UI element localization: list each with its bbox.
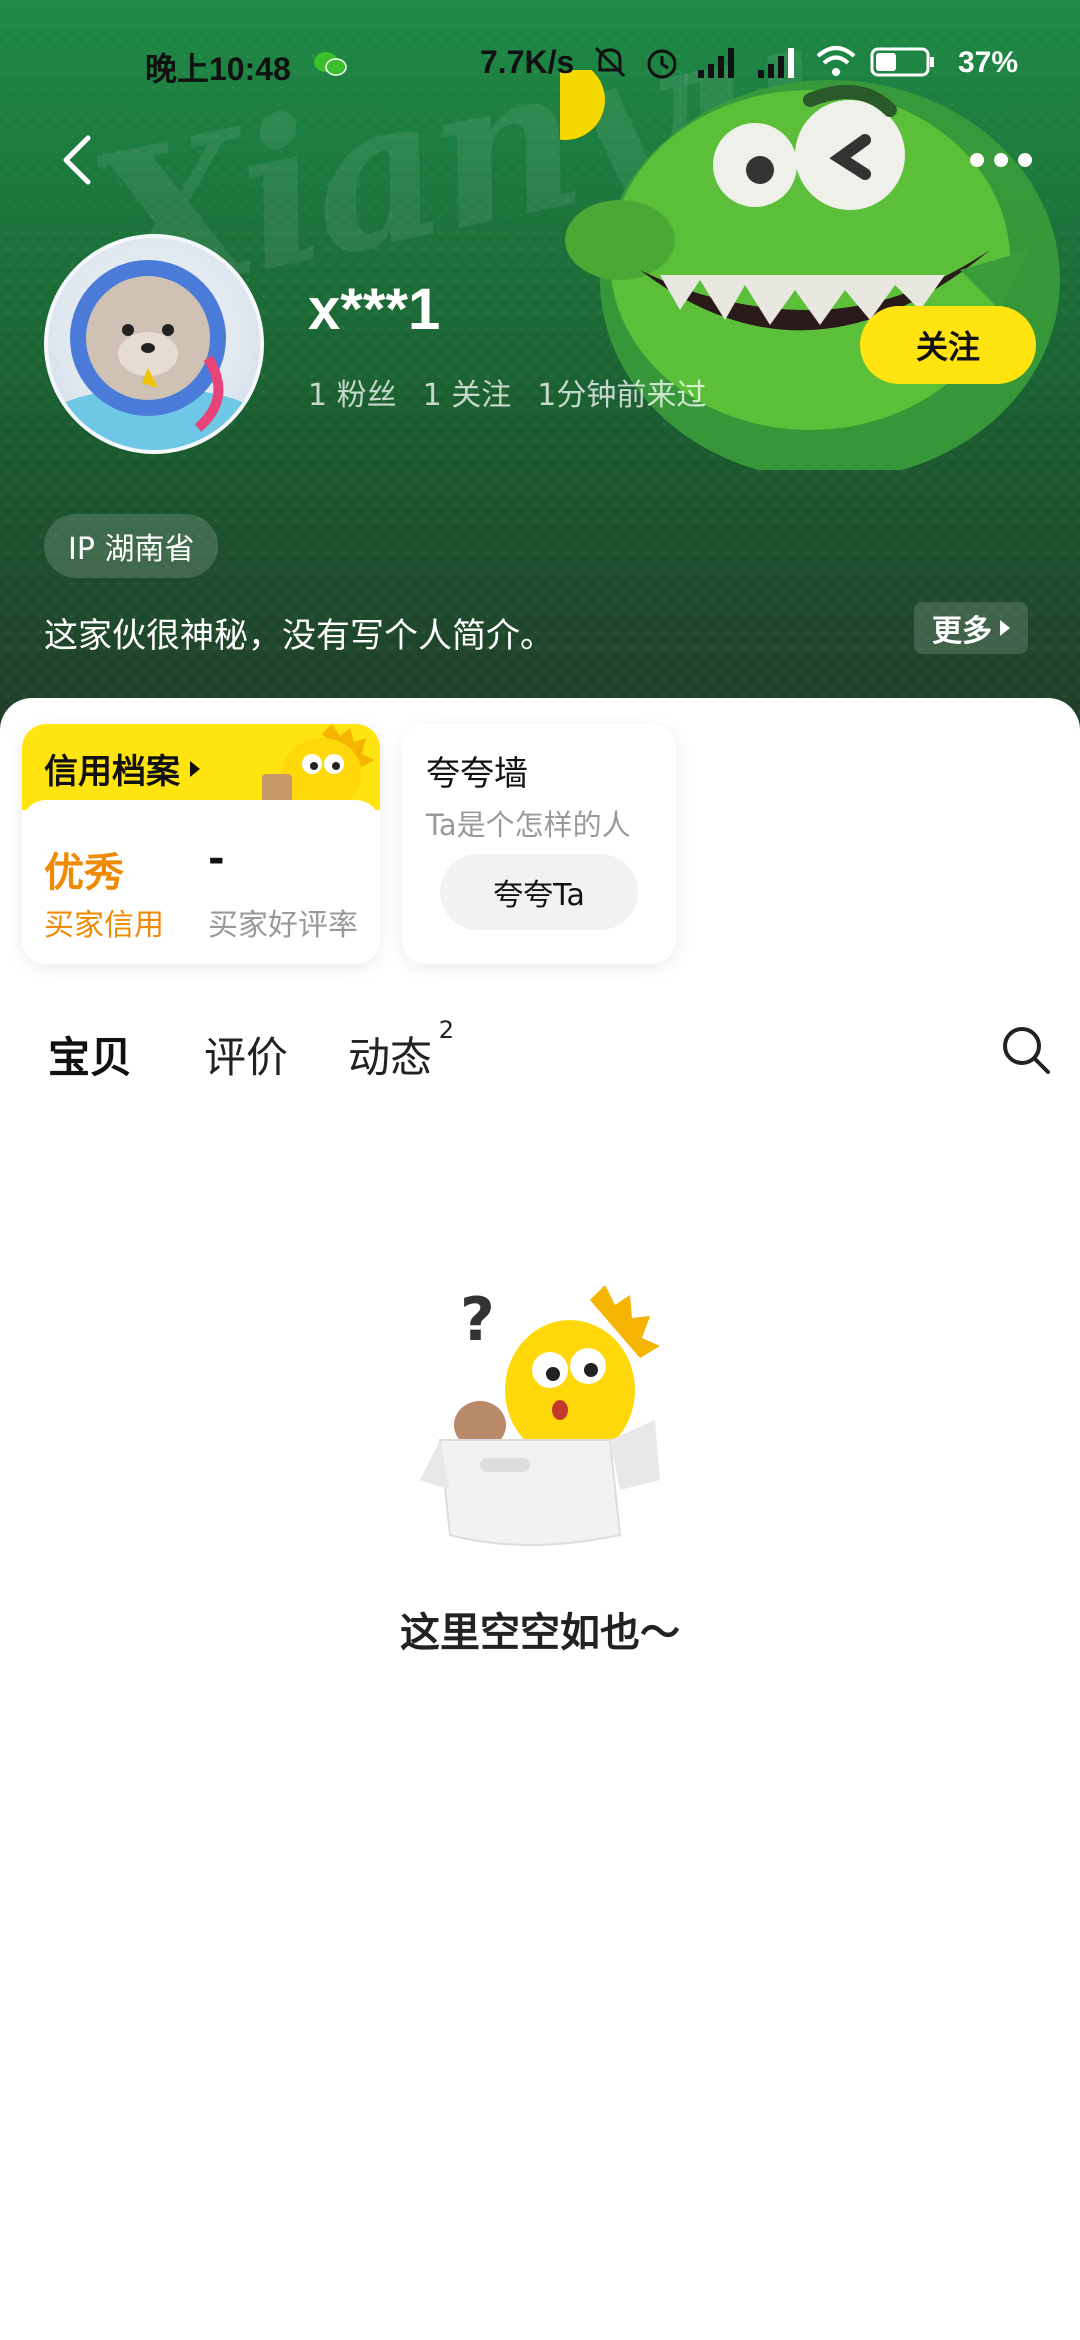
tab-items-label: 宝贝	[48, 1033, 133, 1082]
net-speed: 7.7K/s	[480, 44, 575, 80]
buyer-rating-value: -	[208, 836, 225, 882]
empty-state-text: 这里空空如也～	[400, 1610, 680, 1656]
tab-reviews[interactable]: 评价	[204, 1024, 288, 1085]
more-info-label: 更多	[932, 614, 992, 649]
follow-button[interactable]: 关注	[860, 306, 1036, 384]
ip-location-tag: IP 湖南省	[44, 514, 219, 578]
wechat-icon	[314, 52, 347, 76]
status-bar: 晚上10:48 7.7K/s 37%	[0, 40, 1080, 90]
praise-button[interactable]: 夸夸Ta	[440, 854, 638, 930]
signal-icon-1	[698, 48, 734, 78]
empty-state: ? 这里空空如也～	[0, 1280, 1080, 1680]
credit-title-text: 信用档案	[44, 752, 180, 792]
username: x***1	[308, 277, 441, 342]
battery-icon	[870, 47, 934, 77]
status-time: 晚上10:48	[145, 51, 291, 87]
last-seen: 1分钟前来过	[537, 378, 707, 413]
praise-wall-subtitle: Ta是个怎样的人	[426, 808, 631, 842]
wifi-icon	[816, 46, 856, 76]
svg-text:?: ?	[460, 1285, 495, 1355]
credit-card-title: 信用档案	[44, 744, 200, 793]
following-count[interactable]: 1 关注	[423, 370, 512, 414]
fans-count[interactable]: 1 粉丝	[308, 370, 397, 414]
empty-box-mascot-illustration: ?	[420, 1285, 660, 1546]
mute-icon	[594, 46, 626, 78]
tab-items[interactable]: 宝贝	[44, 1024, 140, 1085]
praise-wall-card: 夸夸墙 Ta是个怎样的人 夸夸Ta	[402, 724, 676, 964]
tab-reviews-label: 评价	[204, 1033, 289, 1082]
avatar[interactable]	[44, 234, 264, 454]
profile-stats: 1 粉丝 1 关注 1分钟前来过	[308, 370, 706, 414]
caret-right-icon	[190, 760, 200, 777]
buyer-credit-value: 优秀	[44, 850, 124, 896]
profile-header: Xianyu 晚上10:48 7.7K/s 37% x***1 1 粉丝 1 关…	[0, 0, 1080, 760]
credit-profile-card[interactable]: 信用档案 优秀 买家信用 - 买家好评率	[22, 724, 380, 964]
caret-right-icon	[1000, 620, 1010, 636]
alarm-icon	[647, 49, 677, 79]
tab-activity[interactable]: 动态 2	[348, 1016, 454, 1085]
back-arrow-icon[interactable]	[50, 130, 110, 190]
search-icon[interactable]	[1000, 1024, 1052, 1076]
bio-text: 这家伙很神秘，没有写个人简介。	[44, 616, 554, 656]
buyer-rating-label: 买家好评率	[208, 908, 358, 943]
credit-card-header: 信用档案	[22, 724, 380, 810]
profile-tabs: 宝贝 评价 动态 2	[0, 1008, 1080, 1098]
more-options-icon[interactable]	[970, 145, 1040, 175]
more-info-button[interactable]: 更多	[914, 602, 1028, 654]
signal-icon-2	[758, 48, 794, 78]
buyer-credit-label: 买家信用	[44, 908, 164, 943]
praise-wall-title: 夸夸墙	[426, 754, 528, 794]
battery-percent: 37%	[958, 46, 1019, 79]
credit-card-body: 优秀 买家信用 - 买家好评率	[22, 800, 380, 964]
tab-activity-label: 动态	[348, 1033, 433, 1082]
astronaut-seal-avatar	[48, 260, 260, 450]
tab-activity-badge: 2	[438, 1016, 455, 1044]
status-icons	[590, 42, 936, 82]
